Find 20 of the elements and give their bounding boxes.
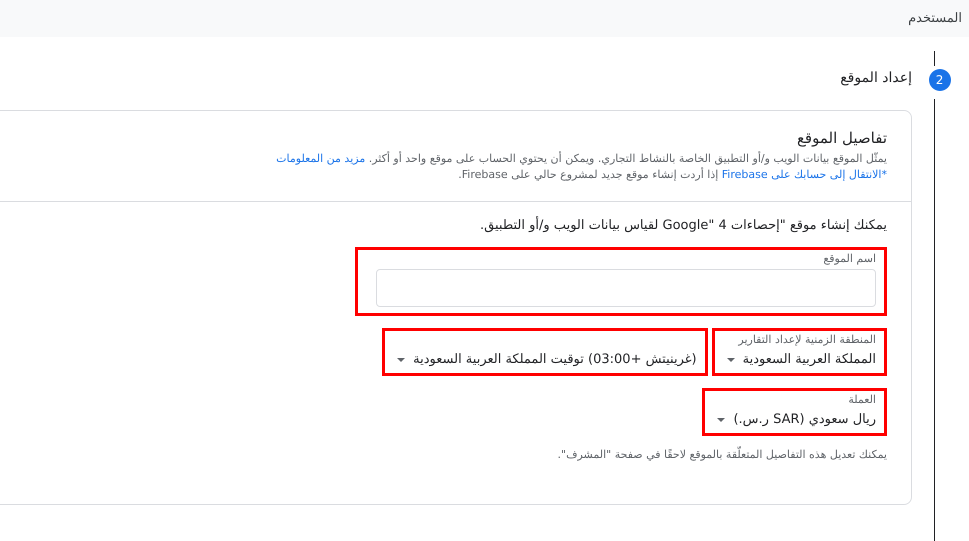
description-text: *الانتقال إلى حسابك على Firebase إذا أردت إنشاء موقع جديد لمشروع حالي على Firebase.: [457, 167, 887, 183]
caret-icon: [726, 358, 735, 362]
intro-text: يمكنك إنشاء موقع "إحصاءات Google" 4 لقياس بيانات الويب و/أو التطبيق.: [479, 218, 887, 233]
step-number: 2: [928, 69, 950, 91]
field-label: المنطقة الزمنية لإعداد التقارير: [736, 333, 876, 346]
caret-icon: [717, 418, 726, 422]
section-title: المستخدم: [908, 11, 962, 26]
caret-icon: [397, 358, 406, 362]
step-title: إعداد الموقع: [839, 70, 912, 86]
dropdown[interactable]: المملكة العربية السعودية: [726, 346, 876, 367]
field-label: العملة: [847, 393, 876, 406]
dropdown[interactable]: ريال سعودي (SAR ر.س.): [717, 406, 876, 427]
dropdown[interactable]: (غرينيتش +03:00) توقيت المملكة العربية السعودية: [397, 346, 697, 367]
card-title: تفاصيل الموقع: [796, 129, 887, 147]
link[interactable]: مزيد من المعلومات: [276, 152, 366, 165]
site-name-field[interactable]: [376, 269, 876, 307]
link[interactable]: *الانتقال إلى حسابك على Firebase: [722, 168, 887, 181]
description-text: يمثّل الموقع بيانات الويب و/أو التطبيق الخاصة بالنشاط التجاري. ويمكن أن يحتوي الحساب على موقع واحد أو أكثر. مزيد من المعلومات: [275, 151, 887, 167]
field-label: اسم الموقع: [822, 252, 876, 265]
note-text: يمكنك تعديل هذه التفاصيل المتعلّقة بالموقع لاحقًا في صفحة "المشرف".: [556, 448, 887, 461]
